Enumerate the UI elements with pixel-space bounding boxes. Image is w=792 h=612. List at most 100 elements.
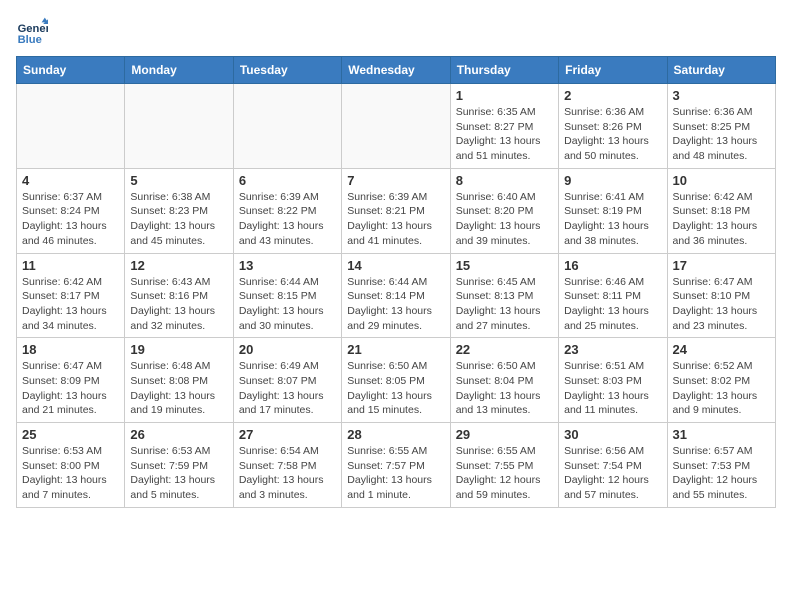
day-number: 13 (239, 258, 336, 273)
day-info: Sunrise: 6:44 AM Sunset: 8:14 PM Dayligh… (347, 275, 444, 334)
calendar-cell: 25 Sunrise: 6:53 AM Sunset: 8:00 PM Dayli… (17, 423, 125, 508)
calendar-week-row: 11 Sunrise: 6:42 AM Sunset: 8:17 PM Dayli… (17, 253, 776, 338)
svg-text:General: General (18, 23, 48, 35)
day-number: 5 (130, 173, 227, 188)
calendar-cell: 16 Sunrise: 6:46 AM Sunset: 8:11 PM Dayli… (559, 253, 667, 338)
calendar-cell (17, 84, 125, 169)
day-info: Sunrise: 6:36 AM Sunset: 8:25 PM Dayligh… (673, 105, 770, 164)
day-info: Sunrise: 6:41 AM Sunset: 8:19 PM Dayligh… (564, 190, 661, 249)
day-info: Sunrise: 6:54 AM Sunset: 7:58 PM Dayligh… (239, 444, 336, 503)
weekday-header: Sunday (17, 57, 125, 84)
day-number: 16 (564, 258, 661, 273)
day-number: 20 (239, 342, 336, 357)
weekday-header: Tuesday (233, 57, 341, 84)
calendar-week-row: 18 Sunrise: 6:47 AM Sunset: 8:09 PM Dayli… (17, 338, 776, 423)
day-info: Sunrise: 6:56 AM Sunset: 7:54 PM Dayligh… (564, 444, 661, 503)
day-number: 25 (22, 427, 119, 442)
day-info: Sunrise: 6:44 AM Sunset: 8:15 PM Dayligh… (239, 275, 336, 334)
calendar-cell: 2Sunrise: 6:36 AM Sunset: 8:26 PM Daylig… (559, 84, 667, 169)
calendar-cell: 30Sunrise: 6:56 AM Sunset: 7:54 PM Dayli… (559, 423, 667, 508)
day-info: Sunrise: 6:40 AM Sunset: 8:20 PM Dayligh… (456, 190, 553, 249)
calendar-cell: 31 Sunrise: 6:57 AM Sunset: 7:53 PM Dayli… (667, 423, 775, 508)
calendar-cell: 20 Sunrise: 6:49 AM Sunset: 8:07 PM Dayli… (233, 338, 341, 423)
day-number: 22 (456, 342, 553, 357)
calendar-cell: 29 Sunrise: 6:55 AM Sunset: 7:55 PM Dayli… (450, 423, 558, 508)
day-number: 31 (673, 427, 770, 442)
weekday-header: Monday (125, 57, 233, 84)
day-number: 6 (239, 173, 336, 188)
day-info: Sunrise: 6:55 AM Sunset: 7:57 PM Dayligh… (347, 444, 444, 503)
day-info: Sunrise: 6:52 AM Sunset: 8:02 PM Dayligh… (673, 359, 770, 418)
weekday-header: Wednesday (342, 57, 450, 84)
calendar-cell: 21Sunrise: 6:50 AM Sunset: 8:05 PM Dayli… (342, 338, 450, 423)
calendar-cell (233, 84, 341, 169)
calendar-header-row: SundayMondayTuesdayWednesdayThursdayFrid… (17, 57, 776, 84)
day-number: 19 (130, 342, 227, 357)
day-number: 8 (456, 173, 553, 188)
calendar-cell: 18 Sunrise: 6:47 AM Sunset: 8:09 PM Dayli… (17, 338, 125, 423)
day-info: Sunrise: 6:35 AM Sunset: 8:27 PM Dayligh… (456, 105, 553, 164)
calendar-cell: 24 Sunrise: 6:52 AM Sunset: 8:02 PM Dayli… (667, 338, 775, 423)
day-info: Sunrise: 6:50 AM Sunset: 8:05 PM Dayligh… (347, 359, 444, 418)
day-info: Sunrise: 6:47 AM Sunset: 8:09 PM Dayligh… (22, 359, 119, 418)
calendar-cell: 8 Sunrise: 6:40 AM Sunset: 8:20 PM Daylig… (450, 168, 558, 253)
day-info: Sunrise: 6:50 AM Sunset: 8:04 PM Dayligh… (456, 359, 553, 418)
calendar-cell: 7 Sunrise: 6:39 AM Sunset: 8:21 PM Daylig… (342, 168, 450, 253)
calendar-cell: 6 Sunrise: 6:39 AM Sunset: 8:22 PM Daylig… (233, 168, 341, 253)
svg-text:Blue: Blue (18, 34, 42, 46)
day-info: Sunrise: 6:49 AM Sunset: 8:07 PM Dayligh… (239, 359, 336, 418)
day-number: 26 (130, 427, 227, 442)
calendar-cell: 3 Sunrise: 6:36 AM Sunset: 8:25 PM Daylig… (667, 84, 775, 169)
day-number: 2 (564, 88, 661, 103)
day-info: Sunrise: 6:46 AM Sunset: 8:11 PM Dayligh… (564, 275, 661, 334)
calendar-cell: 12 Sunrise: 6:43 AM Sunset: 8:16 PM Dayli… (125, 253, 233, 338)
day-number: 9 (564, 173, 661, 188)
day-info: Sunrise: 6:57 AM Sunset: 7:53 PM Dayligh… (673, 444, 770, 503)
day-number: 3 (673, 88, 770, 103)
calendar-week-row: 1Sunrise: 6:35 AM Sunset: 8:27 PM Daylig… (17, 84, 776, 169)
calendar-cell: 23Sunrise: 6:51 AM Sunset: 8:03 PM Dayli… (559, 338, 667, 423)
calendar-cell: 10 Sunrise: 6:42 AM Sunset: 8:18 PM Dayli… (667, 168, 775, 253)
day-number: 10 (673, 173, 770, 188)
calendar-cell: 22 Sunrise: 6:50 AM Sunset: 8:04 PM Dayli… (450, 338, 558, 423)
day-info: Sunrise: 6:43 AM Sunset: 8:16 PM Dayligh… (130, 275, 227, 334)
calendar-cell (342, 84, 450, 169)
calendar-cell: 28 Sunrise: 6:55 AM Sunset: 7:57 PM Dayli… (342, 423, 450, 508)
day-number: 12 (130, 258, 227, 273)
day-info: Sunrise: 6:38 AM Sunset: 8:23 PM Dayligh… (130, 190, 227, 249)
day-info: Sunrise: 6:39 AM Sunset: 8:21 PM Dayligh… (347, 190, 444, 249)
calendar-cell: 14 Sunrise: 6:44 AM Sunset: 8:14 PM Dayli… (342, 253, 450, 338)
day-info: Sunrise: 6:51 AM Sunset: 8:03 PM Dayligh… (564, 359, 661, 418)
weekday-header: Saturday (667, 57, 775, 84)
day-number: 17 (673, 258, 770, 273)
day-number: 27 (239, 427, 336, 442)
day-number: 14 (347, 258, 444, 273)
weekday-header: Friday (559, 57, 667, 84)
calendar-cell: 17Sunrise: 6:47 AM Sunset: 8:10 PM Dayli… (667, 253, 775, 338)
day-info: Sunrise: 6:53 AM Sunset: 7:59 PM Dayligh… (130, 444, 227, 503)
day-info: Sunrise: 6:42 AM Sunset: 8:17 PM Dayligh… (22, 275, 119, 334)
day-info: Sunrise: 6:45 AM Sunset: 8:13 PM Dayligh… (456, 275, 553, 334)
day-info: Sunrise: 6:39 AM Sunset: 8:22 PM Dayligh… (239, 190, 336, 249)
day-number: 18 (22, 342, 119, 357)
day-number: 24 (673, 342, 770, 357)
day-info: Sunrise: 6:55 AM Sunset: 7:55 PM Dayligh… (456, 444, 553, 503)
day-number: 28 (347, 427, 444, 442)
calendar-cell: 26 Sunrise: 6:53 AM Sunset: 7:59 PM Dayli… (125, 423, 233, 508)
weekday-header: Thursday (450, 57, 558, 84)
calendar-cell: 19 Sunrise: 6:48 AM Sunset: 8:08 PM Dayli… (125, 338, 233, 423)
calendar-cell: 11 Sunrise: 6:42 AM Sunset: 8:17 PM Dayli… (17, 253, 125, 338)
calendar-cell: 13 Sunrise: 6:44 AM Sunset: 8:15 PM Dayli… (233, 253, 341, 338)
day-number: 11 (22, 258, 119, 273)
calendar-cell: 27 Sunrise: 6:54 AM Sunset: 7:58 PM Dayli… (233, 423, 341, 508)
calendar-cell: 5 Sunrise: 6:38 AM Sunset: 8:23 PM Daylig… (125, 168, 233, 253)
day-number: 7 (347, 173, 444, 188)
day-info: Sunrise: 6:53 AM Sunset: 8:00 PM Dayligh… (22, 444, 119, 503)
day-info: Sunrise: 6:42 AM Sunset: 8:18 PM Dayligh… (673, 190, 770, 249)
day-number: 29 (456, 427, 553, 442)
day-info: Sunrise: 6:48 AM Sunset: 8:08 PM Dayligh… (130, 359, 227, 418)
calendar-cell: 15Sunrise: 6:45 AM Sunset: 8:13 PM Dayli… (450, 253, 558, 338)
calendar-cell (125, 84, 233, 169)
day-info: Sunrise: 6:37 AM Sunset: 8:24 PM Dayligh… (22, 190, 119, 249)
logo: General Blue (16, 16, 52, 48)
